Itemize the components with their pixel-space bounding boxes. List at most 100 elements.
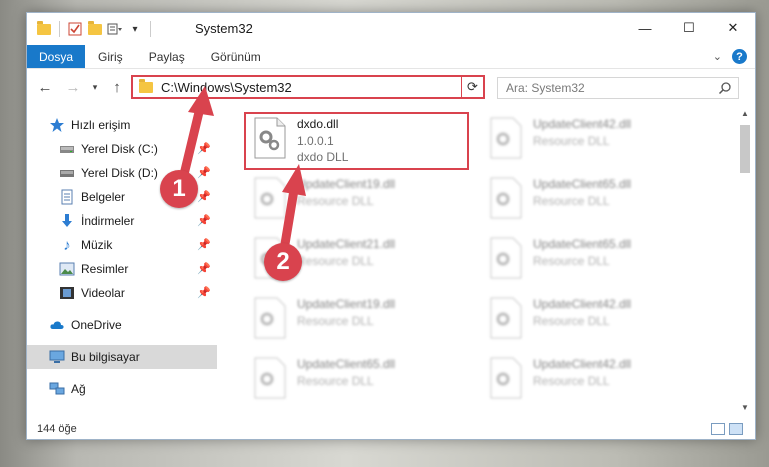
navigation-pane: Hızlı erişim Yerel Disk (C:) 📌 Yerel Dis…	[27, 109, 219, 421]
folder-icon	[139, 78, 153, 93]
tab-home[interactable]: Giriş	[85, 45, 136, 68]
file-tile[interactable]: UpdateClient42.dll Resource DLL	[483, 113, 707, 171]
file-description: Resource DLL	[533, 194, 610, 208]
sidebar-item-music[interactable]: ♪ Müzik 📌	[27, 233, 217, 257]
toolbar-divider	[150, 21, 151, 37]
search-placeholder: Ara: System32	[506, 81, 585, 95]
ribbon-right: ⌄ ?	[713, 49, 747, 64]
folder-icon[interactable]	[35, 20, 53, 38]
file-name: UpdateClient19.dll	[297, 177, 396, 191]
pin-icon[interactable]: 📌	[197, 166, 211, 179]
sidebar-item-videos[interactable]: Videolar 📌	[27, 281, 217, 305]
tab-view[interactable]: Görünüm	[198, 45, 274, 68]
file-tile[interactable]: UpdateClient65.dll Resource DLL	[483, 173, 707, 231]
quick-access-toolbar: ▾	[35, 20, 155, 38]
chevron-down-icon[interactable]: ▾	[126, 20, 144, 38]
picture-icon	[59, 261, 75, 277]
file-tile[interactable]: UpdateClient42.dll Resource DLL	[483, 353, 707, 411]
pin-icon[interactable]: 📌	[197, 214, 211, 227]
file-description: Resource DLL	[297, 374, 374, 388]
tiles-view-icon[interactable]	[729, 423, 743, 435]
sidebar-item-label: Bu bilgisayar	[71, 350, 140, 364]
dll-file-icon	[253, 297, 287, 339]
pin-icon[interactable]: 📌	[197, 238, 211, 251]
file-tile[interactable]: UpdateClient42.dll Resource DLL	[483, 293, 707, 351]
help-icon[interactable]: ?	[732, 49, 747, 64]
search-icon[interactable]	[718, 81, 732, 98]
pin-icon[interactable]: 📌	[197, 190, 211, 203]
sidebar-item-label: Yerel Disk (C:)	[81, 142, 158, 156]
expand-ribbon-icon[interactable]: ⌄	[713, 50, 722, 63]
file-tile[interactable]: UpdateClient19.dll Resource DLL	[247, 293, 471, 351]
sidebar-item-onedrive[interactable]: OneDrive	[27, 313, 217, 337]
file-description: Resource DLL	[297, 194, 374, 208]
dll-file-icon	[253, 357, 287, 399]
file-name: UpdateClient19.dll	[297, 297, 396, 311]
address-bar[interactable]: C:\Windows\System32 ▼	[131, 75, 484, 99]
document-icon	[59, 189, 75, 205]
details-view-icon[interactable]	[711, 423, 725, 435]
close-button[interactable]: ✕	[711, 13, 755, 43]
scroll-down-icon[interactable]: ▼	[738, 403, 752, 417]
dll-file-icon	[489, 177, 523, 219]
sidebar-item-label: Resimler	[81, 262, 129, 276]
new-folder-icon[interactable]	[86, 20, 104, 38]
pin-icon[interactable]: 📌	[197, 286, 211, 299]
network-icon	[49, 381, 65, 397]
file-name: UpdateClient65.dll	[533, 177, 632, 191]
step-badge-2: 2	[264, 243, 302, 281]
sidebar-item-this-pc[interactable]: Bu bilgisayar	[27, 345, 217, 369]
sidebar-item-disk-c[interactable]: Yerel Disk (C:) 📌	[27, 137, 217, 161]
address-path: C:\Windows\System32	[161, 79, 292, 95]
address-row: ← → ▾ ↑ C:\Windows\System32 ▼ ⟳ Ara: Sys…	[27, 71, 755, 105]
dll-file-icon	[489, 117, 523, 159]
sidebar-item-label: OneDrive	[71, 318, 122, 332]
search-input[interactable]: Ara: System32	[497, 77, 739, 99]
window-title: System32	[195, 21, 253, 36]
sidebar-item-downloads[interactable]: İndirmeler 📌	[27, 209, 217, 233]
drive-icon	[59, 165, 75, 181]
file-description: Resource DLL	[533, 254, 610, 268]
tab-share[interactable]: Paylaş	[136, 45, 198, 68]
scroll-up-icon[interactable]: ▲	[738, 109, 752, 123]
file-tile[interactable]: UpdateClient19.dll Resource DLL	[247, 173, 471, 231]
scroll-thumb[interactable]	[740, 125, 750, 173]
status-item-count: 144 öğe	[37, 423, 77, 435]
forward-button[interactable]: →	[63, 77, 83, 97]
dll-file-icon	[489, 357, 523, 399]
sidebar-item-network[interactable]: Ağ	[27, 377, 217, 401]
maximize-button[interactable]: ☐	[667, 13, 711, 43]
file-description: Resource DLL	[297, 254, 374, 268]
file-description: Resource DLL	[533, 134, 610, 148]
pin-icon[interactable]: 📌	[197, 142, 211, 155]
sidebar-item-label: İndirmeler	[81, 214, 135, 228]
dll-file-icon	[253, 177, 287, 219]
dll-file-icon	[489, 297, 523, 339]
file-description: Resource DLL	[533, 374, 610, 388]
cloud-icon	[49, 317, 65, 333]
properties-icon[interactable]	[66, 20, 84, 38]
file-tile[interactable]: UpdateClient65.dll Resource DLL	[247, 353, 471, 411]
recent-locations-button[interactable]: ▾	[85, 77, 105, 97]
sidebar-item-label: Videolar	[81, 286, 125, 300]
sidebar-item-label: Belgeler	[81, 190, 126, 204]
ribbon-tabs: Dosya Giriş Paylaş Görünüm ⌄ ?	[27, 45, 755, 69]
video-icon	[59, 285, 75, 301]
up-button[interactable]: ↑	[107, 77, 127, 97]
sidebar-item-pictures[interactable]: Resimler 📌	[27, 257, 217, 281]
music-icon: ♪	[63, 236, 71, 254]
sidebar-item-label: Ağ	[71, 382, 86, 396]
minimize-button[interactable]: —	[623, 13, 667, 43]
pin-icon[interactable]: 📌	[197, 262, 211, 275]
file-description: Resource DLL	[533, 314, 610, 328]
back-button[interactable]: ←	[35, 77, 55, 97]
file-tile[interactable]: UpdateClient65.dll Resource DLL	[483, 233, 707, 291]
file-name: UpdateClient65.dll	[297, 357, 396, 371]
vertical-scrollbar[interactable]: ▲ ▼	[738, 109, 752, 417]
tab-file[interactable]: Dosya	[27, 45, 86, 68]
computer-icon	[49, 349, 65, 365]
refresh-button[interactable]: ⟳	[461, 75, 485, 99]
sidebar-item-quick-access[interactable]: Hızlı erişim	[27, 113, 217, 137]
customize-toolbar-icon[interactable]	[106, 20, 124, 38]
view-toggle	[711, 423, 743, 435]
